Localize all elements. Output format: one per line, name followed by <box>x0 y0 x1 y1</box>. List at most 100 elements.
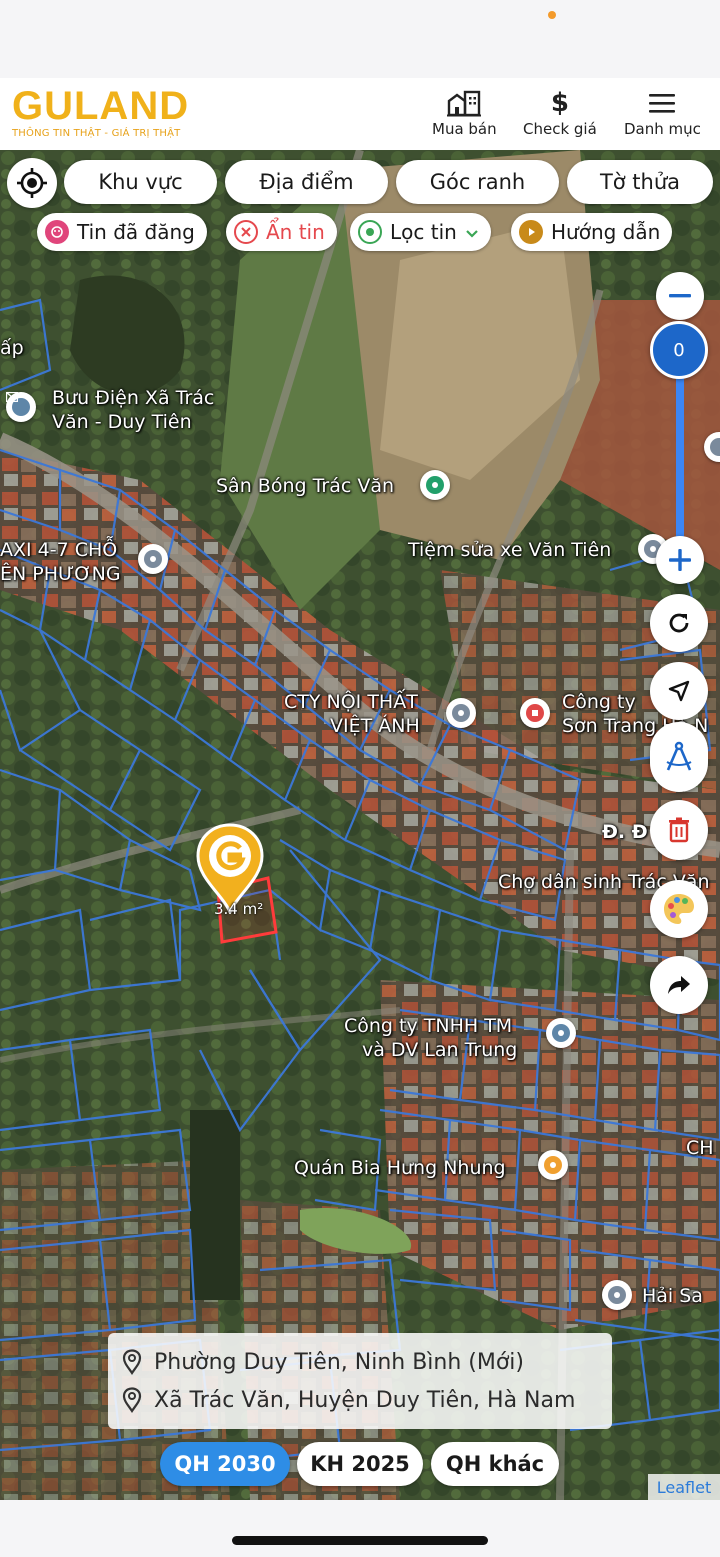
minus-icon <box>669 294 691 298</box>
store-icon <box>452 704 470 722</box>
place-pin-buu-dien[interactable] <box>6 392 36 422</box>
delete-button[interactable] <box>650 800 708 860</box>
chip-loc-tin-label: Lọc tin <box>390 220 457 244</box>
place-ap: ấp <box>0 337 24 359</box>
company-icon <box>552 1024 570 1042</box>
place-pin-son-trang[interactable] <box>520 698 550 728</box>
nav-mua-ban[interactable]: Mua bán <box>432 88 497 138</box>
location-pin-icon <box>122 1387 142 1413</box>
place-pin-taxi[interactable] <box>138 544 168 574</box>
address-new-text: Phường Duy Tiên, Ninh Bình (Mới) <box>154 1349 525 1375</box>
refresh-icon <box>669 613 689 633</box>
palette-icon <box>664 894 694 924</box>
recording-indicator <box>548 11 556 19</box>
nav-check-gia-label: Check giá <box>523 120 597 138</box>
guide-icon <box>519 220 543 244</box>
status-bar <box>0 0 720 78</box>
place-buu-dien-line2: Văn - Duy Tiên <box>52 411 192 433</box>
app-header: GULAND THÔNG TIN THẬT - GIÁ TRỊ THẬT Mua… <box>0 78 720 150</box>
chip-an-tin[interactable]: Ẩn tin <box>226 213 337 251</box>
building-icon <box>446 88 482 118</box>
address-new: Phường Duy Tiên, Ninh Bình (Mới) <box>122 1343 598 1381</box>
company-icon <box>526 704 544 722</box>
zoom-out-button[interactable] <box>656 272 704 320</box>
place-hai-san: Hải Sa <box>642 1285 703 1307</box>
location-pin-icon <box>122 1349 142 1375</box>
nav-danh-muc-label: Danh mục <box>624 120 701 138</box>
tab-qh-khac[interactable]: QH khác <box>431 1442 559 1486</box>
menu-icon <box>648 88 676 118</box>
taxi-icon <box>144 550 162 568</box>
tab-kh-2025[interactable]: KH 2025 <box>297 1442 423 1486</box>
zoom-slider-knob[interactable]: 0 <box>650 321 708 379</box>
home-indicator[interactable] <box>232 1536 488 1545</box>
nav-check-gia[interactable]: $ Check giá <box>523 88 597 138</box>
logo-tagline: THÔNG TIN THẬT - GIÁ TRỊ THẬT <box>12 128 181 139</box>
logo[interactable]: GULAND THÔNG TIN THẬT - GIÁ TRỊ THẬT <box>12 84 190 139</box>
place-pin-noi-that[interactable] <box>446 698 476 728</box>
place-pin-san-bong[interactable] <box>420 470 450 500</box>
plot-area-label: 3.4 m² <box>214 900 264 918</box>
place-quan-bia: Quán Bia Hưng Nhung <box>294 1157 506 1179</box>
plus-icon <box>669 549 691 571</box>
hide-icon <box>234 220 258 244</box>
place-buu-dien-line1: Bưu Điện Xã Trác <box>52 387 215 409</box>
nav-mua-ban-label: Mua bán <box>432 120 497 138</box>
locate-button[interactable] <box>7 158 57 208</box>
zoom-in-button[interactable] <box>656 536 704 584</box>
place-pin-quan-bia[interactable] <box>538 1150 568 1180</box>
measure-button[interactable] <box>650 722 708 792</box>
address-old: Xã Trác Văn, Huyện Duy Tiên, Hà Nam <box>122 1381 598 1419</box>
place-pin-hai-san[interactable] <box>602 1280 632 1310</box>
address-old-text: Xã Trác Văn, Huyện Duy Tiên, Hà Nam <box>154 1387 576 1413</box>
place-pin-lan-trung[interactable] <box>546 1018 576 1048</box>
chip-huong-dan[interactable]: Hướng dẫn <box>511 213 673 251</box>
filter-dia-diem[interactable]: Địa điểm <box>225 160 388 204</box>
map-view[interactable]: Bưu Điện Xã Trác Văn - Duy Tiên Sân Bóng… <box>0 150 720 1500</box>
zoom-slider-track[interactable] <box>676 360 684 550</box>
dollar-icon: $ <box>550 88 569 118</box>
chip-tin-da-dang-label: Tin đã đăng <box>77 220 195 244</box>
place-icon <box>710 438 720 456</box>
app-screen: GULAND THÔNG TIN THẬT - GIÁ TRỊ THẬT Mua… <box>0 0 720 1557</box>
chip-huong-dan-label: Hướng dẫn <box>551 220 661 244</box>
navigation-arrow-icon <box>668 680 690 702</box>
address-panel: Phường Duy Tiên, Ninh Bình (Mới) Xã Trác… <box>108 1333 612 1429</box>
filter-goc-ranh[interactable]: Góc ranh <box>396 160 559 204</box>
place-lan-trung-line2: và DV Lan Trung <box>362 1039 518 1061</box>
share-arrow-icon <box>668 976 690 994</box>
mail-icon <box>6 392 30 416</box>
share-button[interactable] <box>650 956 708 1014</box>
logo-text: GULAND <box>12 84 190 128</box>
map-attribution[interactable]: Leaflet <box>648 1474 720 1500</box>
place-ch: CH <box>686 1137 714 1159</box>
tab-qh-2030[interactable]: QH 2030 <box>160 1442 290 1486</box>
chip-loc-tin[interactable]: Lọc tin <box>350 213 491 251</box>
road-label: Đ. Đ <box>602 821 648 843</box>
trash-icon <box>669 817 689 843</box>
place-son-trang-line1: Công ty <box>562 691 636 713</box>
navigate-button[interactable] <box>650 662 708 720</box>
chip-an-tin-label: Ẩn tin <box>266 220 325 244</box>
filter-khu-vuc[interactable]: Khu vực <box>64 160 217 204</box>
refresh-button[interactable] <box>650 594 708 652</box>
place-taxi-line2: ÊN PHƯƠNG <box>0 563 121 585</box>
layer-color-button[interactable] <box>650 880 708 938</box>
beer-icon <box>544 1156 562 1174</box>
filter-to-thua[interactable]: Tờ thửa <box>567 160 713 204</box>
bottom-bar <box>0 1500 720 1557</box>
filter-pin-icon <box>358 220 382 244</box>
nav-danh-muc[interactable]: Danh mục <box>624 88 701 138</box>
crosshair-icon <box>17 168 47 198</box>
restaurant-icon <box>608 1286 626 1304</box>
chip-tin-da-dang[interactable]: Tin đã đăng <box>37 213 207 251</box>
place-cty-noi-that-line2: VIỆT ÁNH <box>330 715 420 737</box>
chevron-down-icon <box>465 220 479 244</box>
place-cty-noi-that-line1: CTY NỘI THẤT <box>284 691 418 713</box>
place-tiem-sua-xe: Tiệm sửa xe Văn Tiên <box>408 539 612 561</box>
posted-icon <box>45 220 69 244</box>
place-san-bong: Sân Bóng Trác Văn <box>216 475 395 497</box>
place-lan-trung-line1: Công ty TNHH TM <box>344 1015 513 1037</box>
place-taxi-line1: AXI 4-7 CHỖ <box>0 539 118 561</box>
compass-measure-icon <box>666 741 692 771</box>
